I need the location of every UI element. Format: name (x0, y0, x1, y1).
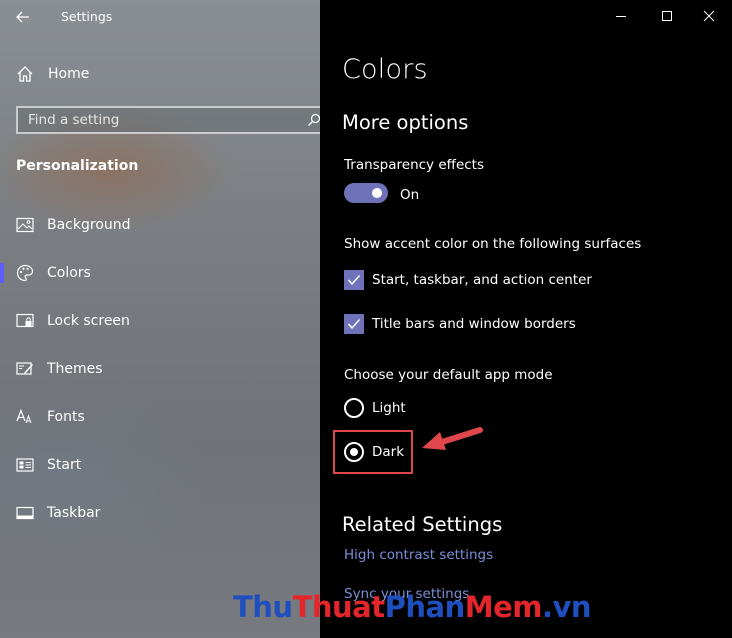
main-pane: Colors More options Transparency effects… (320, 0, 732, 638)
palette-icon (15, 263, 35, 283)
watermark-part: Thuat (292, 590, 386, 624)
more-options-heading: More options (342, 111, 469, 134)
sidebar: Settings Home Find a setting Personaliza… (0, 0, 320, 638)
sidebar-item-label: Lock screen (47, 313, 130, 329)
watermark-part: Phan (384, 590, 466, 624)
sidebar-item-taskbar[interactable]: Taskbar (0, 493, 320, 533)
section-heading: Personalization (16, 158, 139, 174)
transparency-toggle[interactable] (344, 183, 388, 203)
sidebar-item-label: Start (47, 457, 82, 473)
checkbox-label: Title bars and window borders (372, 316, 576, 332)
checkbox-box (344, 270, 364, 290)
annotation-highlight-box (333, 430, 413, 474)
back-arrow-icon (16, 11, 29, 23)
high-contrast-link[interactable]: High contrast settings (344, 547, 493, 563)
checkbox-title-bars[interactable]: Title bars and window borders (344, 314, 576, 334)
sidebar-item-label: Taskbar (47, 505, 101, 521)
sidebar-item-label: Colors (47, 265, 91, 281)
annotation-arrow-icon (422, 427, 483, 450)
sidebar-item-fonts[interactable]: Fonts (0, 397, 320, 437)
search-input[interactable]: Find a setting (16, 106, 320, 134)
checkbox-start-taskbar[interactable]: Start, taskbar, and action center (344, 270, 592, 290)
radio-light[interactable]: Light (344, 398, 406, 418)
checkbox-label: Start, taskbar, and action center (372, 272, 592, 288)
lock-screen-icon (15, 311, 35, 331)
start-icon (15, 455, 35, 475)
checkmark-icon (347, 275, 361, 286)
sidebar-item-label: Background (47, 217, 131, 233)
fonts-icon (15, 407, 35, 427)
home-nav-item[interactable]: Home (16, 60, 89, 88)
maximize-button[interactable] (644, 0, 690, 32)
sidebar-item-start[interactable]: Start (0, 445, 320, 485)
radio-circle (344, 398, 364, 418)
accent-surfaces-label: Show accent color on the following surfa… (344, 236, 642, 252)
picture-icon (15, 215, 35, 235)
sidebar-item-label: Themes (47, 361, 103, 377)
minimize-button[interactable] (598, 0, 644, 32)
home-label: Home (48, 66, 90, 82)
minimize-icon (616, 16, 626, 17)
home-icon (17, 66, 33, 82)
checkbox-box (344, 314, 364, 334)
watermark-part: Thu (233, 590, 293, 624)
close-icon (703, 10, 715, 22)
maximize-icon (662, 11, 672, 21)
transparency-label: Transparency effects (344, 157, 484, 173)
radio-label: Light (372, 400, 406, 416)
watermark: ThuThuatPhanMem.vn (233, 590, 592, 624)
transparency-state: On (400, 187, 420, 203)
back-button[interactable] (8, 2, 38, 32)
sidebar-item-colors[interactable]: Colors (0, 253, 320, 293)
sidebar-item-background[interactable]: Background (0, 205, 320, 245)
sidebar-item-lock-screen[interactable]: Lock screen (0, 301, 320, 341)
watermark-part: Mem (464, 590, 543, 624)
page-title: Colors (342, 54, 428, 85)
search-icon[interactable] (301, 108, 320, 132)
themes-icon (15, 359, 35, 379)
app-mode-label: Choose your default app mode (344, 367, 553, 383)
search-placeholder: Find a setting (28, 112, 120, 128)
taskbar-icon (15, 503, 35, 523)
related-settings-heading: Related Settings (342, 513, 503, 536)
sidebar-item-themes[interactable]: Themes (0, 349, 320, 389)
checkmark-icon (347, 319, 361, 330)
watermark-part: .vn (541, 590, 592, 624)
window-title: Settings (61, 9, 113, 24)
selection-indicator (0, 263, 4, 283)
toggle-knob (372, 188, 382, 198)
sidebar-item-label: Fonts (47, 409, 85, 425)
close-button[interactable] (686, 0, 732, 32)
